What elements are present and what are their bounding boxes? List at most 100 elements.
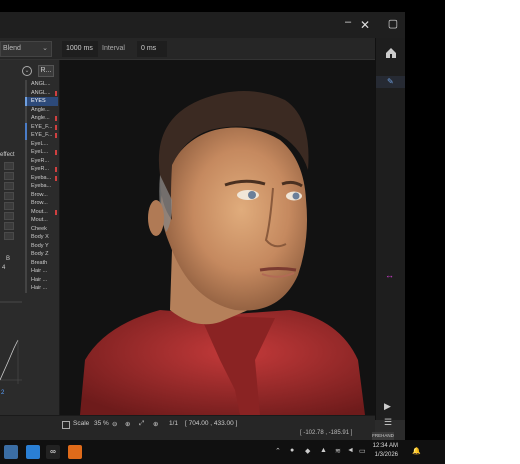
zoom-in-icon[interactable]: ⊕: [125, 420, 130, 428]
checkbox[interactable]: [4, 222, 14, 230]
window-restore-icon[interactable]: ▢: [382, 13, 404, 35]
chevron-up-icon[interactable]: ⌃: [275, 447, 281, 455]
scale-checkbox[interactable]: [62, 421, 70, 429]
bottom-coordinates: [ -102.78 , -185.91 ]: [300, 430, 353, 436]
parameter-item[interactable]: Angle...: [25, 105, 58, 114]
home-icon[interactable]: [384, 46, 398, 60]
parameter-item-label: Cheek: [31, 225, 47, 232]
parameter-item[interactable]: Body Y: [25, 241, 58, 250]
parameter-item[interactable]: ANGL...: [25, 80, 58, 89]
parameter-item-label: Body X: [31, 234, 49, 240]
parameter-item-label: ANGL...: [31, 81, 51, 87]
zoom-out-icon[interactable]: ⊖: [112, 420, 117, 428]
parameter-item[interactable]: EyeR...: [25, 156, 58, 165]
parameter-item[interactable]: Hair ...: [25, 275, 58, 284]
page-value: 1/1: [169, 420, 179, 427]
panel-header: ⌄ R...: [0, 64, 60, 78]
parameter-item[interactable]: Hair ...: [25, 267, 58, 276]
battery-icon[interactable]: ▭: [359, 447, 366, 455]
app-window: – ✕ ▢ Blend ⌄ 1000 ms Interval 0 ms ⌄ R.…: [0, 12, 405, 440]
play-icon[interactable]: ▶: [384, 401, 391, 412]
parameter-item[interactable]: EyeL...: [25, 148, 58, 157]
tray-app-icon[interactable]: ●: [290, 447, 294, 454]
blend-combo[interactable]: Blend ⌄: [0, 41, 52, 57]
reset-button[interactable]: R...: [38, 65, 54, 77]
checkbox[interactable]: [4, 232, 14, 240]
parameter-item[interactable]: EYE_F...: [25, 122, 58, 131]
parameter-item-label: Mout...: [31, 217, 48, 223]
right-toolbar: ✎ ↔ ▶ ☰: [375, 38, 405, 427]
parameter-item[interactable]: EYES: [25, 97, 58, 106]
app-icon[interactable]: [26, 445, 40, 459]
parameter-item[interactable]: EYE_F...: [25, 131, 58, 140]
media-icon[interactable]: ∞: [46, 445, 60, 459]
parameter-item[interactable]: Mout...: [25, 207, 58, 216]
parameter-item[interactable]: Brow...: [25, 199, 58, 208]
pin-icon[interactable]: ✎: [376, 76, 405, 88]
tray-app-icon[interactable]: ◆: [305, 447, 310, 455]
parameter-item[interactable]: EyeL...: [25, 139, 58, 148]
cursor-coordinates: [ 704.00 , 433.00 ]: [185, 420, 238, 427]
playback-value: 4: [2, 265, 6, 271]
mode-pill[interactable]: FREHAND: [372, 432, 394, 440]
parameter-item-label: EYE_F...: [31, 123, 53, 130]
parameter-item-label: EyeL...: [31, 149, 49, 155]
close-icon[interactable]: ✕: [360, 18, 370, 32]
parameter-item-label: EyeR...: [31, 166, 50, 172]
parameter-item[interactable]: Eyeba...: [25, 173, 58, 182]
volume-icon[interactable]: ◄: [347, 447, 354, 454]
parameter-item-label: Angle...: [31, 115, 50, 121]
parameter-item-label: Brow...: [31, 191, 48, 198]
parameter-item[interactable]: Brow...: [25, 190, 58, 199]
parameter-item[interactable]: Body Z: [25, 250, 58, 259]
browser-icon[interactable]: [4, 445, 18, 459]
parameter-item[interactable]: Body X: [25, 233, 58, 242]
parameter-item-label: Mout...: [31, 208, 48, 215]
interval-label: Interval: [102, 45, 125, 52]
tray-app-icon[interactable]: ▲: [320, 447, 327, 454]
parameter-item-label: Brow...: [31, 200, 48, 206]
parameter-item[interactable]: Breath: [25, 258, 58, 267]
status-bar: Scale 35 % ⊖ ⊕ ⤢ ⊕ 1/1 [ 704.00 , 433.00…: [0, 415, 375, 440]
wifi-icon[interactable]: ≋: [335, 447, 341, 455]
parameter-item-label: ANGL...: [31, 89, 51, 96]
parameter-item[interactable]: Cheek: [25, 224, 58, 233]
checkbox[interactable]: [4, 212, 14, 220]
notification-icon[interactable]: 🔔: [412, 447, 421, 455]
parameter-item-label: Body Y: [31, 242, 49, 249]
editor-icon[interactable]: [68, 445, 82, 459]
keyframe-marker: [55, 209, 57, 215]
fit-screen-icon[interactable]: ⤢: [139, 420, 144, 428]
parameter-list: ANGL... ANGL... EYES Angle... Angle... EYE_F.…: [25, 80, 58, 293]
checkbox[interactable]: [4, 162, 14, 170]
checkbox[interactable]: [4, 202, 14, 210]
parameter-item-label: EYE_F...: [31, 132, 53, 138]
parameter-item[interactable]: Mout...: [25, 216, 58, 225]
canvas-viewport[interactable]: [60, 60, 375, 415]
parameter-item[interactable]: EyeR...: [25, 165, 58, 174]
playback-letter: B: [6, 256, 11, 262]
parameter-item-label: Hair ...: [31, 268, 48, 274]
minimize-icon[interactable]: –: [345, 16, 351, 28]
resize-arrows-icon[interactable]: ↔: [385, 270, 394, 280]
target-icon[interactable]: ⊕: [153, 420, 158, 428]
checkbox[interactable]: [4, 172, 14, 180]
parameter-item-label: Eyeba...: [31, 174, 52, 181]
duration-field[interactable]: 1000 ms: [62, 41, 98, 57]
blend-combo-value: Blend: [3, 45, 21, 52]
keyframe-marker: [55, 150, 57, 155]
parameter-item-label: Eyeba...: [31, 183, 52, 189]
screen: – ✕ ▢ Blend ⌄ 1000 ms Interval 0 ms ⌄ R.…: [0, 0, 520, 464]
parameter-item[interactable]: ANGL...: [25, 88, 58, 97]
checkbox[interactable]: [4, 192, 14, 200]
parameter-item[interactable]: Eyeba...: [25, 182, 58, 191]
curve-graph[interactable]: [0, 300, 22, 420]
checkbox[interactable]: [4, 182, 14, 190]
parameter-item[interactable]: Hair ...: [25, 284, 58, 293]
scale-label: Scale: [73, 420, 90, 427]
list-settings-icon[interactable]: ☰: [384, 417, 392, 428]
chevron-down-icon: ⌄: [42, 45, 48, 52]
interval-field[interactable]: 0 ms: [137, 41, 167, 57]
parameter-item[interactable]: Angle...: [25, 114, 58, 123]
chevron-down-circle-icon[interactable]: ⌄: [22, 66, 32, 76]
